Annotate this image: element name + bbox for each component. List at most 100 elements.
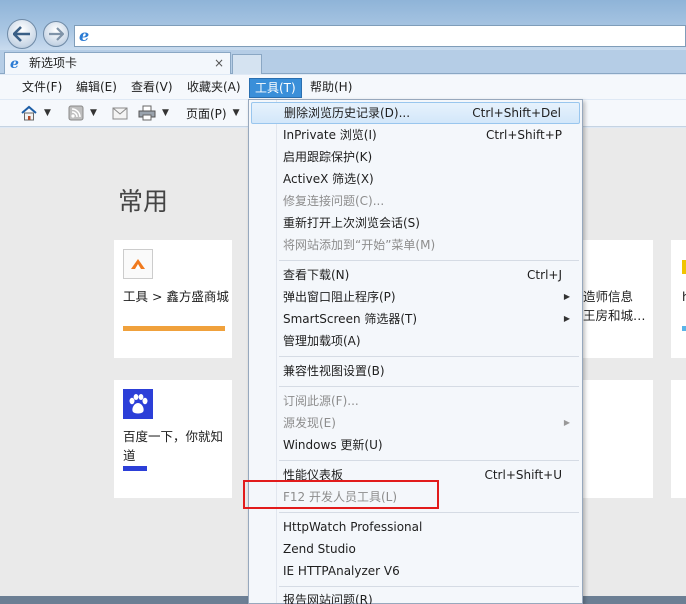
- menu-file[interactable]: 文件(F): [17, 78, 67, 98]
- menu-item-tracking-protection[interactable]: 启用跟踪保护(K): [251, 146, 580, 168]
- tab-title: 新选项卡: [29, 56, 78, 70]
- site-favicon: [123, 249, 153, 279]
- menu-separator: [279, 386, 579, 387]
- menu-item-reopen-session[interactable]: 重新打开上次浏览会话(S): [251, 212, 580, 234]
- menu-item-label: Windows 更新(U): [283, 438, 383, 452]
- menu-item-label: 启用跟踪保护(K): [283, 150, 373, 164]
- submenu-arrow-icon: ▶: [563, 292, 570, 301]
- mail-icon: [112, 107, 128, 119]
- menu-item-label: 将网站添加到“开始”菜单(M): [283, 238, 436, 252]
- menu-item-shortcut: Ctrl+Shift+Del: [472, 106, 561, 120]
- page-menu-button[interactable]: 页面(P) ▼: [186, 104, 240, 122]
- menu-item-view-downloads[interactable]: 查看下载(N) Ctrl+J: [251, 264, 580, 286]
- close-tab-icon[interactable]: ×: [214, 53, 224, 74]
- menu-item-delete-history[interactable]: 删除浏览历史记录(D)... Ctrl+Shift+Del: [251, 102, 580, 124]
- tile-accent-bar: [123, 466, 147, 471]
- chevron-down-icon[interactable]: ▼: [162, 108, 169, 118]
- menu-separator: [279, 512, 579, 513]
- menu-item-manage-addons[interactable]: 管理加载项(A): [251, 330, 580, 352]
- site-tile[interactable]: 工具 > 鑫方盛商城: [114, 240, 232, 358]
- menu-item-label: 修复连接问题(C)...: [283, 194, 385, 208]
- xinfangsheng-logo-icon: [131, 259, 145, 269]
- menu-item-report-site-problem[interactable]: 报告网站问题(R): [251, 589, 580, 604]
- forward-button[interactable]: [43, 21, 69, 47]
- ie-logo-icon: e: [79, 26, 90, 45]
- site-favicon: [123, 389, 153, 419]
- menu-item-shortcut: Ctrl+Shift+P: [486, 128, 562, 142]
- menu-item-label: 重新打开上次浏览会话(S): [283, 216, 420, 230]
- chevron-down-icon[interactable]: ▼: [90, 108, 97, 118]
- menu-item-popup-blocker[interactable]: 弹出窗口阻止程序(P) ▶: [251, 286, 580, 308]
- address-bar[interactable]: e: [74, 25, 686, 47]
- menu-item-ie-httpanalyzer[interactable]: IE HTTPAnalyzer V6: [251, 560, 580, 582]
- menu-item-label: 源发现(E): [283, 416, 336, 430]
- menu-item-label: 订阅此源(F)...: [283, 394, 359, 408]
- menu-item-label: 报告网站问题(R): [283, 593, 373, 604]
- printer-icon: [138, 105, 156, 121]
- menu-separator: [279, 260, 579, 261]
- submenu-arrow-icon: ▶: [563, 418, 570, 427]
- tile-label: 造师信息 王房和城…: [583, 289, 646, 323]
- menu-item-httpwatch[interactable]: HttpWatch Professional: [251, 516, 580, 538]
- menu-item-activex-filter[interactable]: ActiveX 筛选(X): [251, 168, 580, 190]
- menu-item-add-to-start: 将网站添加到“开始”菜单(M): [251, 234, 580, 256]
- new-tab-button[interactable]: [232, 54, 262, 74]
- print-button[interactable]: ▼: [138, 104, 169, 122]
- back-arrow-icon: [13, 26, 30, 42]
- site-tile[interactable]: 百度一下，你就知道: [114, 380, 232, 498]
- menu-item-label: 兼容性视图设置(B): [283, 364, 385, 378]
- site-tile[interactable]: [671, 380, 686, 498]
- menu-separator: [279, 356, 579, 357]
- home-button[interactable]: ▼: [20, 104, 51, 122]
- tile-label: h: [682, 289, 686, 304]
- menu-favorites[interactable]: 收藏夹(A): [182, 78, 246, 98]
- menu-item-compat-view[interactable]: 兼容性视图设置(B): [251, 360, 580, 382]
- baidu-paw-icon: [129, 394, 148, 414]
- chevron-down-icon: ▼: [232, 108, 240, 118]
- ie-tab-icon: e: [10, 56, 19, 72]
- menu-item-label: 管理加载项(A): [283, 334, 361, 348]
- annotation-highlight-box: [243, 480, 439, 509]
- menu-item-label: 查看下载(N): [283, 268, 350, 282]
- menu-bar: 文件(F) 编辑(E) 查看(V) 收藏夹(A) 工具(T) 帮助(H): [0, 75, 686, 99]
- home-icon: [21, 105, 37, 121]
- menu-item-feed-discovery: 源发现(E) ▶: [251, 412, 580, 434]
- site-favicon: [682, 260, 686, 274]
- menu-item-windows-update[interactable]: Windows 更新(U): [251, 434, 580, 456]
- menu-item-label: HttpWatch Professional: [283, 520, 423, 534]
- submenu-arrow-icon: ▶: [563, 314, 570, 323]
- rss-feed-icon: [68, 105, 84, 121]
- read-mail-button[interactable]: [112, 104, 128, 122]
- tools-dropdown-menu: 删除浏览历史记录(D)... Ctrl+Shift+Del InPrivate …: [248, 99, 583, 604]
- feeds-button[interactable]: ▼: [68, 104, 97, 122]
- chevron-down-icon[interactable]: ▼: [44, 108, 51, 118]
- menu-item-inprivate[interactable]: InPrivate 浏览(I) Ctrl+Shift+P: [251, 124, 580, 146]
- menu-item-smartscreen[interactable]: SmartScreen 筛选器(T) ▶: [251, 308, 580, 330]
- menu-item-label: Zend Studio: [283, 542, 356, 556]
- menu-item-subscribe-feed: 订阅此源(F)...: [251, 390, 580, 412]
- menu-item-label: SmartScreen 筛选器(T): [283, 312, 418, 326]
- menu-item-label: 弹出窗口阻止程序(P): [283, 290, 396, 304]
- tile-accent-bar: [123, 326, 225, 331]
- menu-help[interactable]: 帮助(H): [305, 78, 357, 98]
- frequent-section-title: 常用: [118, 187, 169, 216]
- menu-item-label: InPrivate 浏览(I): [283, 128, 377, 142]
- tab-strip: e 新选项卡 ×: [0, 50, 686, 74]
- forward-arrow-icon: [49, 27, 64, 41]
- menu-separator: [279, 586, 579, 587]
- back-button[interactable]: [7, 19, 37, 49]
- menu-item-label: IE HTTPAnalyzer V6: [283, 564, 400, 578]
- menu-tools[interactable]: 工具(T): [249, 78, 302, 98]
- menu-item-zend-studio[interactable]: Zend Studio: [251, 538, 580, 560]
- tile-label: 工具 > 鑫方盛商城: [123, 289, 229, 304]
- menu-item-label: 删除浏览历史记录(D)...: [284, 106, 411, 120]
- menu-item-shortcut: Ctrl+Shift+U: [484, 468, 562, 482]
- title-bar: e: [0, 0, 686, 50]
- menu-item-fix-connection: 修复连接问题(C)...: [251, 190, 580, 212]
- menu-item-shortcut: Ctrl+J: [527, 268, 562, 282]
- menu-edit[interactable]: 编辑(E): [71, 78, 122, 98]
- menu-view[interactable]: 查看(V): [126, 78, 178, 98]
- site-tile[interactable]: h: [671, 240, 686, 358]
- tab-new-tab[interactable]: e 新选项卡 ×: [4, 52, 231, 74]
- tile-accent-bar: [682, 326, 686, 331]
